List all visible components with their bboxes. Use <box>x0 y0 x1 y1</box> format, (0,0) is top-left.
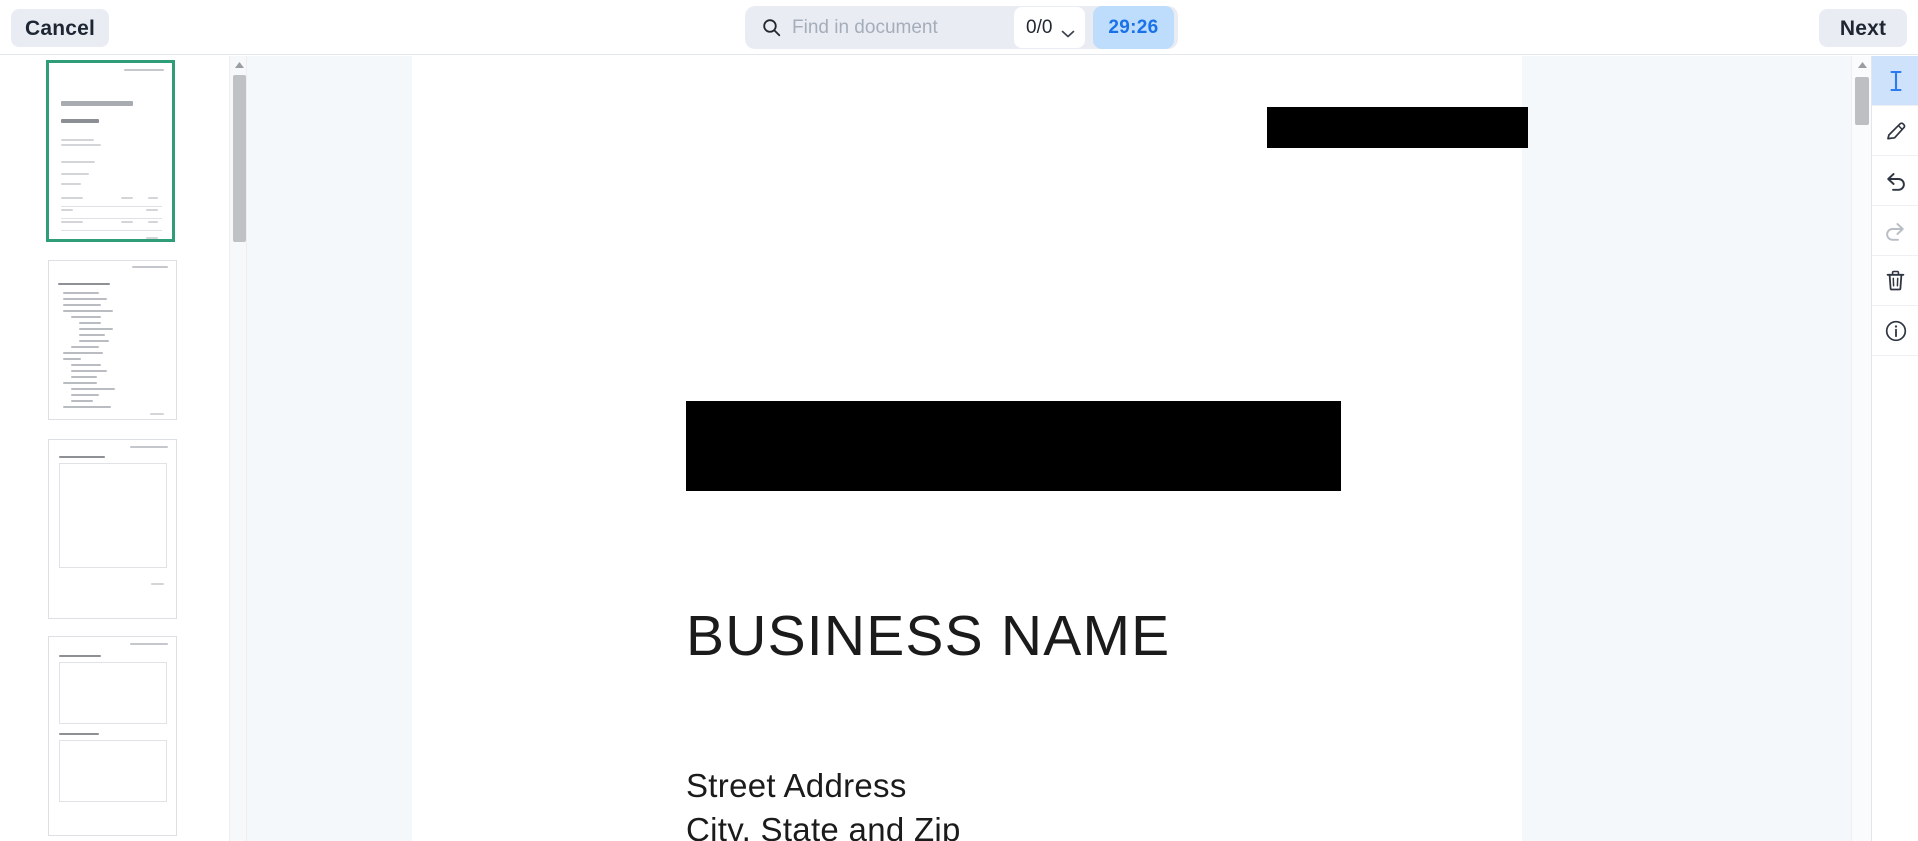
thumbnail-content <box>49 63 172 239</box>
match-count: 0/0 <box>1026 16 1053 38</box>
business-name-heading: BUSINESS NAME <box>686 604 1171 668</box>
address-line-2: City, State and Zip <box>686 810 961 841</box>
text-cursor-icon <box>1889 70 1902 91</box>
top-toolbar: Cancel 0/0 29:26 Next <box>0 0 1918 55</box>
search-input[interactable] <box>792 14 1004 41</box>
chevron-down-icon[interactable] <box>1060 29 1076 39</box>
address-block: Street Address City, State and Zip <box>686 764 961 841</box>
draw-tool[interactable] <box>1872 106 1918 156</box>
next-button[interactable]: Next <box>1819 9 1907 47</box>
trash-icon <box>1886 270 1905 291</box>
scrollbar-up-button[interactable] <box>230 56 248 73</box>
document-page[interactable]: BUSINESS NAME Street Address City, State… <box>412 56 1528 841</box>
session-timer: 29:26 <box>1093 6 1174 49</box>
redo-arrow-icon <box>1886 223 1904 241</box>
page-thumbnail-rail[interactable] <box>0 56 228 841</box>
info-circle-icon <box>1885 320 1906 341</box>
undo-tool[interactable] <box>1872 156 1918 206</box>
annotation-tool-rail <box>1871 56 1918 841</box>
scrollbar-up-button[interactable] <box>1852 56 1871 74</box>
triangle-up-icon <box>1857 62 1867 68</box>
document-viewport: BUSINESS NAME Street Address City, State… <box>247 56 1871 841</box>
delete-tool[interactable] <box>1872 256 1918 306</box>
scrollbar-thumb[interactable] <box>233 75 246 242</box>
document-scrollbar[interactable] <box>1851 56 1871 841</box>
thumbnail-content <box>49 637 176 835</box>
page-thumbnail-2[interactable] <box>48 260 177 420</box>
find-in-document-cluster: 0/0 29:26 <box>745 6 1178 49</box>
redaction-bar-body[interactable] <box>686 401 1341 491</box>
cancel-button[interactable]: Cancel <box>11 9 109 47</box>
search-field[interactable] <box>745 6 1014 49</box>
triangle-up-icon <box>234 61 244 68</box>
page-thumbnail-1[interactable] <box>46 60 175 242</box>
page-thumbnail-4[interactable] <box>48 636 177 836</box>
undo-arrow-icon <box>1887 173 1905 191</box>
info-tool[interactable] <box>1872 306 1918 356</box>
chevron-up-icon[interactable] <box>1060 16 1076 26</box>
search-icon <box>763 19 781 37</box>
page-thumbnail-3[interactable] <box>48 439 177 619</box>
stepper-arrows <box>1060 16 1078 39</box>
redaction-bar-header[interactable] <box>1267 107 1528 148</box>
thumbnail-content <box>49 440 176 618</box>
scrollbar-thumb[interactable] <box>1855 77 1869 125</box>
address-line-1: Street Address <box>686 767 907 804</box>
thumbnail-rail-scrollbar[interactable] <box>229 56 247 841</box>
match-stepper: 0/0 <box>1014 7 1086 48</box>
text-cursor-tool[interactable] <box>1872 56 1918 106</box>
pencil-icon <box>1886 121 1905 139</box>
redo-tool[interactable] <box>1872 206 1918 256</box>
thumbnail-content <box>49 261 176 419</box>
